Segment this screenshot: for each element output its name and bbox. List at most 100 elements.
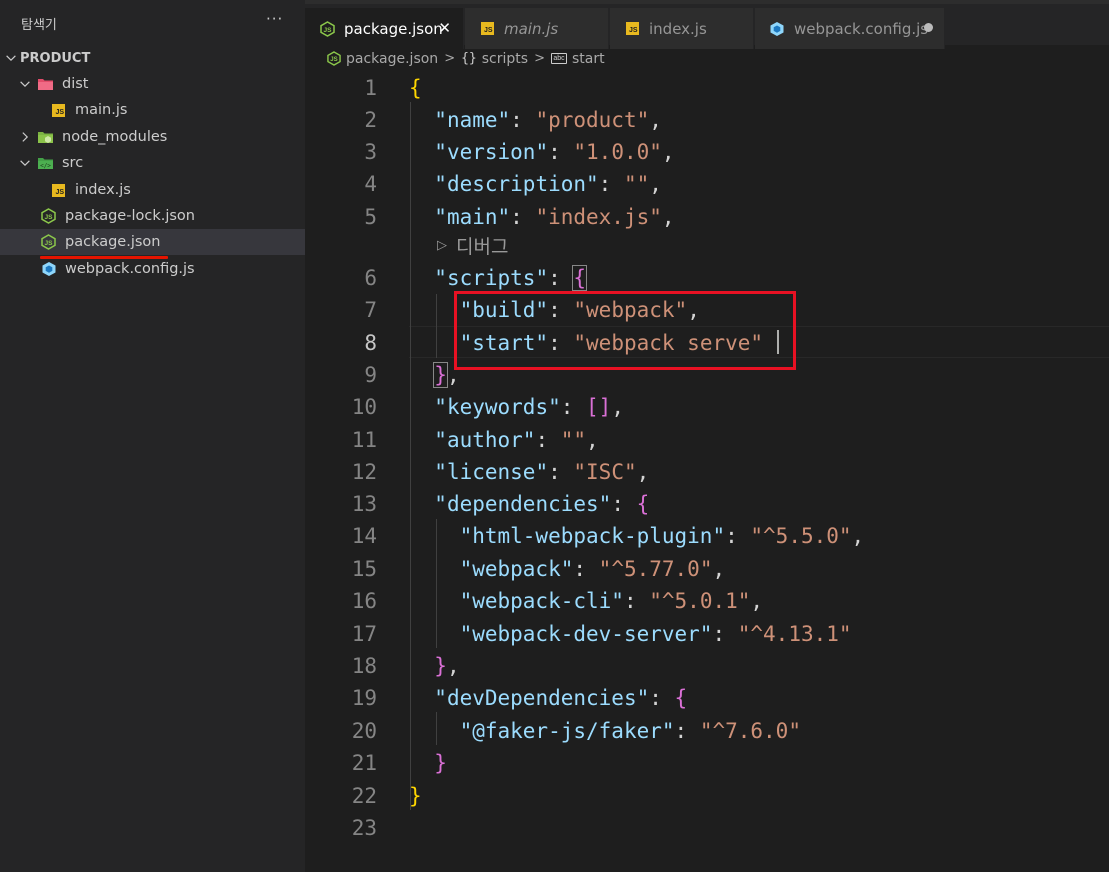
punctuation: : xyxy=(611,492,637,516)
code-line: "license": "ISC", xyxy=(409,456,649,488)
line-number: 1 xyxy=(364,76,377,100)
tab-package-json[interactable]: JS package.json ✕ xyxy=(305,8,464,49)
code-line: "html-webpack-plugin": "^5.5.0", xyxy=(409,520,865,552)
workspace-section-header[interactable]: PRODUCT xyxy=(4,48,90,68)
tab-label: package.json xyxy=(344,19,443,38)
tree-item-package-json[interactable]: JS package.json xyxy=(0,229,305,255)
javascript-file-icon: JS xyxy=(50,183,67,198)
punctuation: : xyxy=(623,589,650,613)
punctuation: : xyxy=(510,205,536,229)
bracket-token: { xyxy=(636,492,650,516)
punctuation: , xyxy=(586,428,599,452)
json-key: "version" xyxy=(434,140,549,164)
tree-item-webpack-config-js[interactable]: webpack.config.js xyxy=(0,256,305,282)
punctuation: : xyxy=(674,719,700,743)
line-number: 20 xyxy=(351,719,377,743)
code-line: "main": "index.js", xyxy=(409,201,674,233)
json-string: "^5.0.1" xyxy=(649,589,751,613)
json-string: "^5.5.0" xyxy=(750,524,852,548)
bracket-token: } xyxy=(434,751,447,775)
json-string: "^4.13.1" xyxy=(737,622,852,646)
play-icon: ▷ xyxy=(437,237,447,252)
tree-item-src[interactable]: </> src xyxy=(0,150,305,176)
json-string: "" xyxy=(560,428,587,452)
punctuation: , xyxy=(636,460,650,484)
explorer-sidebar: 탐색기 ··· PRODUCT dist JS main.js node_mod… xyxy=(0,0,305,872)
nodejs-file-icon: JS xyxy=(40,234,57,250)
close-icon[interactable]: ✕ xyxy=(438,19,451,37)
code-line: } xyxy=(409,747,447,779)
json-string: "1.0.0" xyxy=(573,140,662,164)
tree-item-label: dist xyxy=(62,76,89,92)
json-key: "description" xyxy=(434,172,599,196)
code-line: "dependencies": { xyxy=(409,488,649,520)
tree-item-node-modules[interactable]: node_modules xyxy=(0,124,305,150)
line-number-current: 8 xyxy=(364,331,377,355)
json-string: "ISC" xyxy=(573,460,637,484)
code-line: "description": "", xyxy=(409,168,662,200)
breadcrumb-separator: > xyxy=(444,51,456,66)
tree-item-index-js[interactable]: JS index.js xyxy=(0,177,305,203)
tab-main-js[interactable]: JS main.js xyxy=(465,8,609,49)
punctuation: , xyxy=(649,108,662,132)
javascript-file-icon: JS xyxy=(479,21,495,37)
code-line: "webpack": "^5.77.0", xyxy=(409,553,726,585)
json-key: "webpack-dev-server" xyxy=(459,622,713,646)
code-line: "version": "1.0.0", xyxy=(409,136,674,168)
object-icon: {} xyxy=(461,51,477,66)
json-key: "main" xyxy=(434,205,511,229)
tree-item-package-lock-json[interactable]: JS package-lock.json xyxy=(0,203,305,229)
code-line: "name": "product", xyxy=(409,104,662,136)
tree-item-main-js[interactable]: JS main.js xyxy=(0,97,305,123)
bracket-token: } xyxy=(433,362,448,388)
svg-text:JS: JS xyxy=(45,214,54,221)
code-editor[interactable]: 1 2 3 4 5 6 7 8 9 10 11 12 13 14 15 16 1… xyxy=(305,72,1109,872)
tab-index-js[interactable]: JS index.js xyxy=(610,8,754,49)
chevron-down-icon xyxy=(6,55,16,62)
line-number: 15 xyxy=(351,557,377,581)
line-number: 5 xyxy=(364,205,377,229)
webpack-file-icon xyxy=(40,262,57,277)
punctuation: : xyxy=(712,622,738,646)
svg-text:JS: JS xyxy=(45,240,54,247)
code-line: } xyxy=(409,780,422,812)
bracket-token: } xyxy=(409,784,422,808)
line-number: 7 xyxy=(364,298,377,322)
line-number: 14 xyxy=(351,524,377,548)
unsaved-dot-icon[interactable] xyxy=(924,23,933,32)
breadcrumb-start[interactable]: start xyxy=(572,51,605,67)
debug-codelens[interactable]: ▷ 디버그 xyxy=(437,232,508,258)
line-number: 13 xyxy=(351,492,377,516)
line-number: 22 xyxy=(351,784,377,808)
line-number: 11 xyxy=(351,428,377,452)
punctuation: , xyxy=(851,524,865,548)
svg-text:JS: JS xyxy=(330,57,337,63)
code-line: "scripts": { xyxy=(409,262,588,294)
tab-label: main.js xyxy=(504,19,559,38)
line-number: 17 xyxy=(351,622,377,646)
json-string: "^5.77.0" xyxy=(598,557,713,581)
punctuation: : xyxy=(548,460,574,484)
breadcrumb-scripts[interactable]: scripts xyxy=(482,51,528,67)
nodejs-file-icon: JS xyxy=(40,208,57,224)
tab-webpack-config-js[interactable]: webpack.config.js xyxy=(755,8,945,49)
code-line: "@faker-js/faker": "^7.6.0" xyxy=(409,715,801,747)
line-number: 4 xyxy=(364,172,377,196)
json-key: "webpack" xyxy=(459,557,574,581)
more-actions-icon[interactable]: ··· xyxy=(266,10,283,28)
line-number: 23 xyxy=(351,816,377,840)
punctuation: , xyxy=(611,395,624,419)
json-key: "author" xyxy=(434,428,536,452)
bracket-token: { xyxy=(572,265,588,291)
breadcrumb-file[interactable]: package.json xyxy=(346,51,438,67)
tree-item-label: src xyxy=(62,155,84,171)
punctuation: : xyxy=(598,172,624,196)
punctuation: : xyxy=(548,266,574,290)
punctuation: : xyxy=(573,557,599,581)
line-number: 12 xyxy=(351,460,377,484)
tree-item-dist[interactable]: dist xyxy=(0,71,305,97)
punctuation: : xyxy=(510,108,536,132)
folder-node-icon xyxy=(37,130,54,145)
editor-tab-bar: JS package.json ✕ JS main.js JS index.js… xyxy=(305,0,1109,49)
tree-item-label: main.js xyxy=(75,102,128,118)
